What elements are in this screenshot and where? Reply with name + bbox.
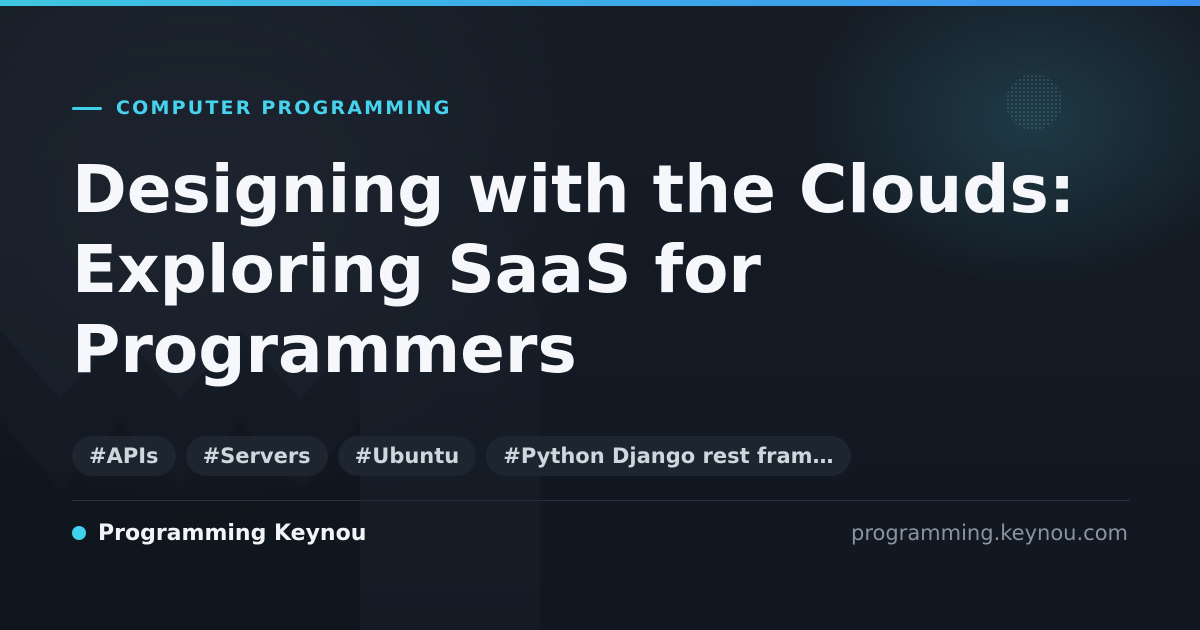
category-dash-icon bbox=[72, 106, 102, 110]
brand: Programming Keynou bbox=[72, 518, 366, 548]
site-url: programming.keynou.com bbox=[851, 521, 1128, 545]
title-line-2: Exploring SaaS for bbox=[72, 231, 761, 308]
page-title: Designing with the Clouds: Exploring Saa… bbox=[72, 150, 1142, 390]
footer-divider bbox=[72, 500, 1130, 501]
category-label: COMPUTER PROGRAMMING bbox=[116, 97, 452, 119]
tag-apis[interactable]: #APIs bbox=[72, 436, 176, 476]
brand-dot-icon bbox=[72, 526, 86, 540]
top-accent-bar bbox=[0, 0, 1200, 6]
tag-list: #APIs #Servers #Ubuntu #Python Django re… bbox=[72, 436, 851, 476]
title-line-1: Designing with the Clouds: bbox=[72, 151, 1076, 228]
tag-servers[interactable]: #Servers bbox=[185, 436, 328, 476]
category-eyebrow: COMPUTER PROGRAMMING bbox=[72, 97, 452, 119]
tag-python-django[interactable]: #Python Django rest fram… bbox=[486, 436, 851, 476]
dot-texture bbox=[1006, 74, 1062, 130]
tag-ubuntu[interactable]: #Ubuntu bbox=[337, 436, 477, 476]
title-line-3: Programmers bbox=[72, 311, 577, 388]
brand-name: Programming Keynou bbox=[98, 520, 367, 546]
